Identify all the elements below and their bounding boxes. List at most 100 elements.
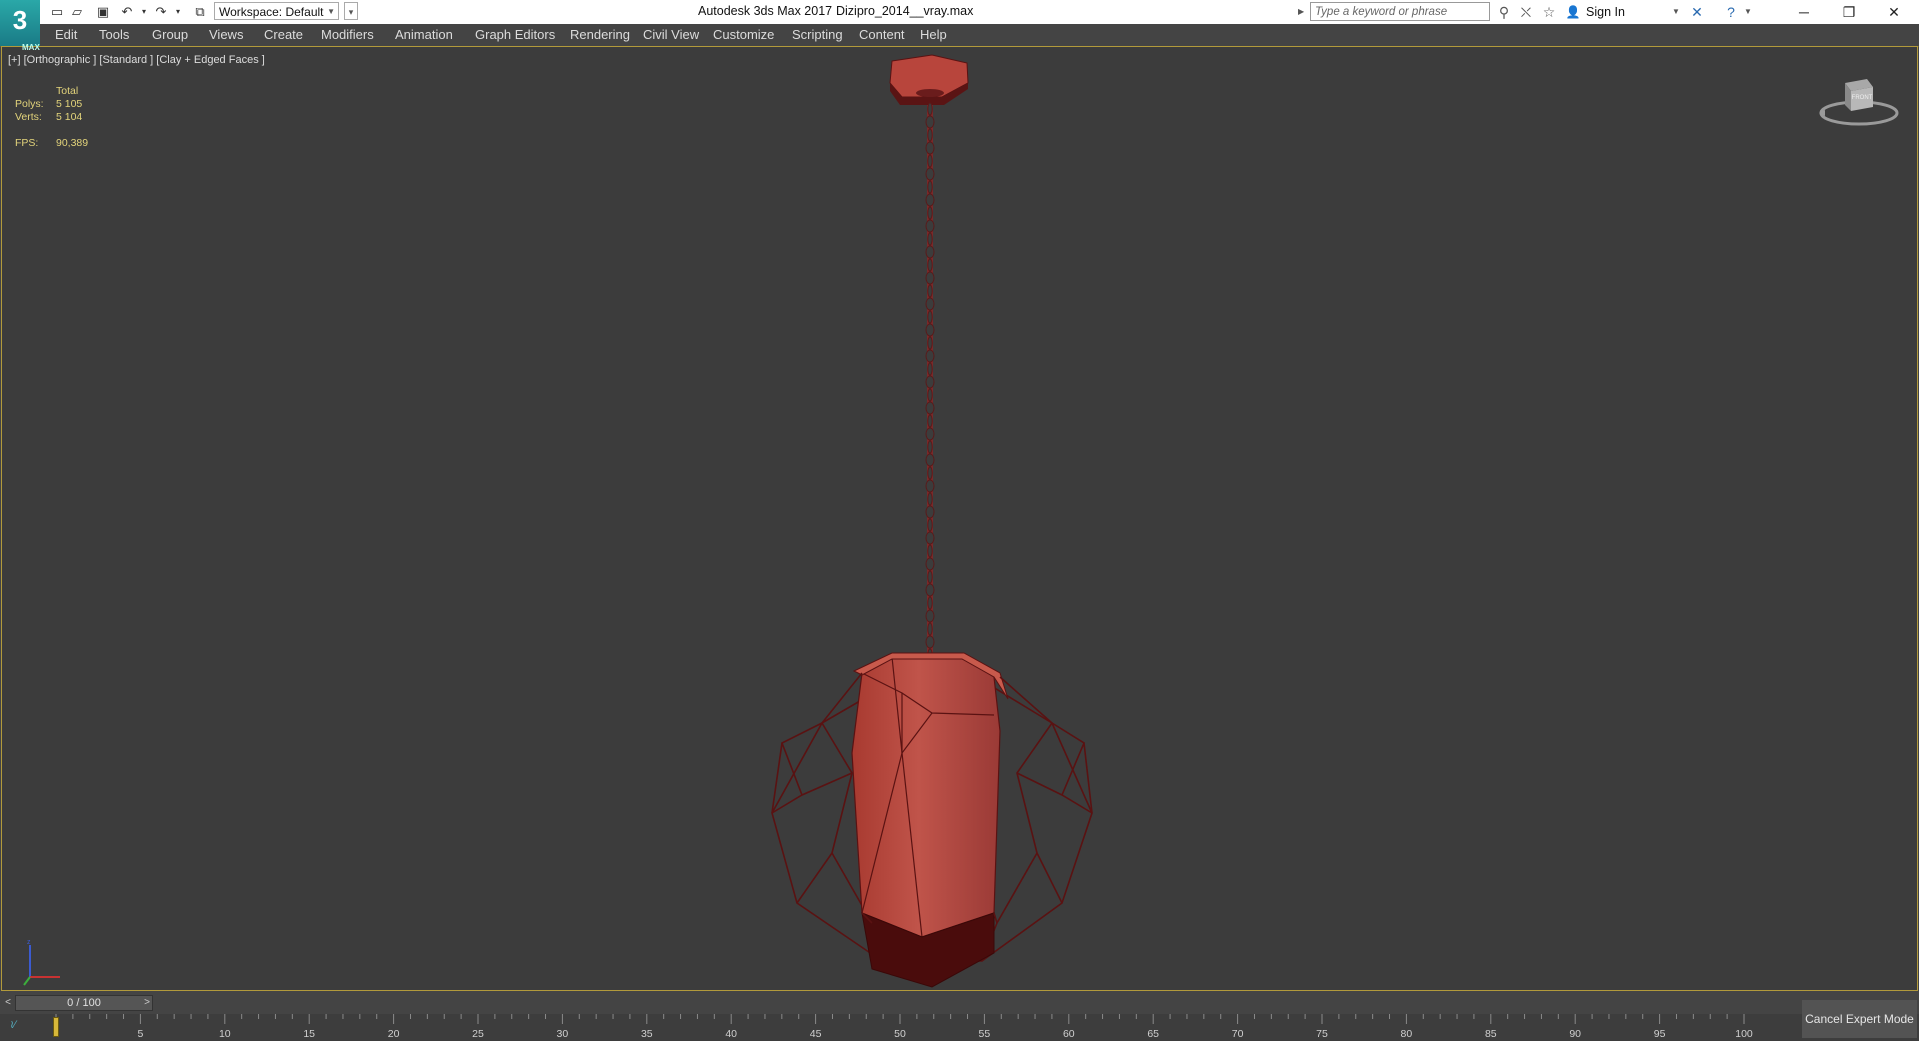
- chain-link: [925, 323, 935, 337]
- project-folder-icon[interactable]: ⧉: [191, 3, 209, 21]
- chain-link: [925, 115, 935, 129]
- exchange-apps-icon[interactable]: ✕: [1687, 3, 1707, 21]
- chain-link: [925, 141, 935, 155]
- save-file-icon[interactable]: ▣: [94, 3, 112, 21]
- polys-value: 5 105: [56, 98, 83, 110]
- ruler-tick-label: 5: [137, 1028, 144, 1040]
- chain-link: [927, 544, 933, 558]
- menu-modifiers[interactable]: Modifiers: [321, 27, 374, 42]
- menu-help[interactable]: Help: [920, 27, 947, 42]
- ruler-tick-label: 95: [1653, 1028, 1666, 1040]
- undo-icon[interactable]: ↶: [118, 3, 136, 21]
- menu-scripting[interactable]: Scripting: [792, 27, 843, 42]
- chain-link: [925, 531, 935, 545]
- minimize-window-icon[interactable]: ─: [1784, 2, 1824, 22]
- fps-value: 90,389: [56, 137, 89, 149]
- verts-value: 5 104: [56, 111, 83, 123]
- menu-group[interactable]: Group: [152, 27, 188, 42]
- menu-civil-view[interactable]: Civil View: [643, 27, 699, 42]
- menu-graph-editors[interactable]: Graph Editors: [475, 27, 555, 42]
- ruler-tick-label: 40: [725, 1028, 738, 1040]
- chain-link: [925, 453, 935, 467]
- ruler-tick-label: 70: [1231, 1028, 1244, 1040]
- time-slider[interactable]: 0 / 100: [15, 995, 153, 1011]
- chain-link: [925, 375, 935, 389]
- next-frame-button[interactable]: >: [141, 995, 153, 1011]
- close-window-icon[interactable]: ✕: [1874, 2, 1914, 22]
- menu-animation[interactable]: Animation: [395, 27, 453, 42]
- workspace-dropdown[interactable]: Workspace: Default ▼: [214, 2, 339, 20]
- ruler-tick-label: 55: [978, 1028, 991, 1040]
- ruler-tick-label: 45: [809, 1028, 822, 1040]
- viewcube-icon[interactable]: FRONT: [1819, 73, 1899, 133]
- sign-in-link[interactable]: Sign In: [1586, 5, 1625, 19]
- fps-label: FPS:: [15, 137, 39, 149]
- chain-link: [927, 570, 933, 584]
- menu-content[interactable]: Content: [859, 27, 905, 42]
- chain-link: [925, 635, 935, 649]
- chain-link: [927, 284, 933, 298]
- undo-dropdown-icon[interactable]: ▾: [135, 3, 153, 21]
- ruler-tick-label: 10: [218, 1028, 231, 1040]
- sign-in-dropdown-icon[interactable]: ▼: [1666, 3, 1686, 21]
- menu-views[interactable]: Views: [209, 27, 243, 42]
- cancel-expert-mode-button[interactable]: Cancel Expert Mode: [1802, 1000, 1917, 1038]
- chain-link: [925, 609, 935, 623]
- menu-edit[interactable]: Edit: [55, 27, 77, 42]
- help-dropdown-icon[interactable]: ▼: [1738, 3, 1758, 21]
- chain-link: [927, 128, 933, 142]
- chain-link: [927, 414, 933, 428]
- pendant-lamp-model[interactable]: [712, 53, 1152, 993]
- chain-link: [927, 362, 933, 376]
- menu-bar: Edit Tools Group Views Create Modifiers …: [0, 24, 1919, 47]
- chain-link: [927, 440, 933, 454]
- restore-window-icon[interactable]: ❐: [1829, 2, 1869, 22]
- viewport-label-menu[interactable]: [+] [Orthographic ] [Standard ] [Clay + …: [8, 54, 265, 66]
- stats-header: Total: [56, 85, 79, 97]
- quick-access-customize-button[interactable]: ▾: [344, 2, 358, 20]
- ruler-tick-label: 65: [1147, 1028, 1160, 1040]
- chain-link: [927, 388, 933, 402]
- chain-link: [925, 297, 935, 311]
- open-file-icon[interactable]: ▱: [68, 3, 86, 21]
- chain-link: [925, 167, 935, 181]
- verts-label: Verts:: [15, 111, 42, 123]
- chain-link: [927, 154, 933, 168]
- previous-frame-button[interactable]: <: [2, 995, 14, 1011]
- favorites-star-icon[interactable]: ☆: [1539, 3, 1559, 21]
- new-file-icon[interactable]: ▭: [48, 3, 66, 21]
- viewcube-front-label: FRONT: [1852, 95, 1873, 101]
- chain-link: [925, 193, 935, 207]
- chain-link: [925, 401, 935, 415]
- menu-customize[interactable]: Customize: [713, 27, 774, 42]
- communication-center-icon[interactable]: ⛌: [1516, 3, 1536, 21]
- time-ruler[interactable]: ≀∕ 0510152025303540455055606570758085909…: [0, 1014, 1919, 1041]
- track-bar[interactable]: [153, 995, 1919, 1011]
- chain-link: [925, 219, 935, 233]
- world-axis-tripod-icon: z: [23, 939, 60, 986]
- playhead-marker[interactable]: [53, 1017, 59, 1037]
- redo-icon[interactable]: ↷: [152, 3, 170, 21]
- curve-editor-icon[interactable]: ≀∕: [10, 1018, 16, 1031]
- ruler-tick-label: 30: [556, 1028, 569, 1040]
- app-title: Autodesk 3ds Max 2017: [698, 4, 833, 18]
- menu-tools[interactable]: Tools: [99, 27, 129, 42]
- orthographic-viewport[interactable]: [+] [Orthographic ] [Standard ] [Clay + …: [1, 46, 1918, 991]
- app-logo-button[interactable]: 3 MAX: [0, 0, 40, 52]
- search-expand-icon[interactable]: ▶: [1298, 3, 1308, 21]
- chain-link: [925, 427, 935, 441]
- binoculars-icon[interactable]: ⚲: [1494, 3, 1514, 21]
- chain-link: [925, 557, 935, 571]
- svg-text:z: z: [27, 939, 31, 946]
- ruler-tick-label: 90: [1569, 1028, 1582, 1040]
- menu-rendering[interactable]: Rendering: [570, 27, 630, 42]
- chain-link: [927, 258, 933, 272]
- menu-create[interactable]: Create: [264, 27, 303, 42]
- search-input[interactable]: Type a keyword or phrase: [1310, 2, 1490, 21]
- chain-link: [925, 505, 935, 519]
- ruler-tick-label: 60: [1062, 1028, 1075, 1040]
- ruler-tick-label: 50: [894, 1028, 906, 1040]
- document-name: Dizipro_2014__vray.max: [836, 4, 974, 18]
- user-icon[interactable]: 👤: [1563, 3, 1583, 21]
- redo-dropdown-icon[interactable]: ▾: [169, 3, 187, 21]
